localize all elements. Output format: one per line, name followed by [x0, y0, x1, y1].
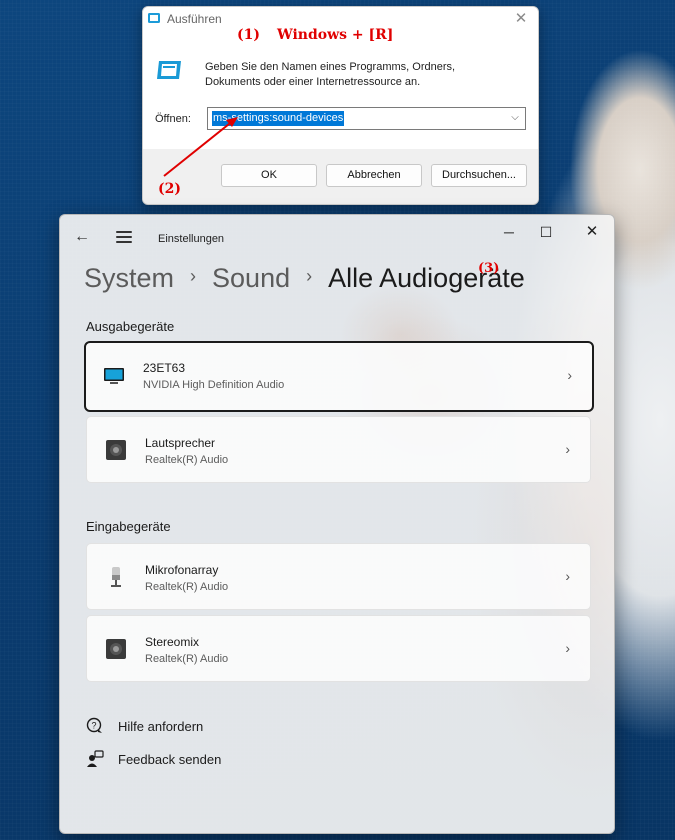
close-icon[interactable]: ✕ — [512, 10, 530, 28]
svg-text:?: ? — [91, 721, 96, 731]
monitor-icon — [104, 368, 124, 384]
maximize-icon[interactable]: ☐ — [535, 221, 557, 243]
device-card-output-1[interactable]: 23ET63 NVIDIA High Definition Audio › — [84, 341, 594, 412]
browse-button[interactable]: Durchsuchen... — [431, 164, 527, 187]
chevron-right-icon: › — [565, 441, 570, 457]
device-name: Lautsprecher — [145, 436, 216, 450]
input-section-header: Eingabegeräte — [86, 519, 171, 534]
breadcrumb: System › Sound › Alle Audiogeräte — [84, 263, 525, 294]
device-card-output-2[interactable]: Lautsprecher Realtek(R) Audio › — [86, 416, 591, 483]
settings-window: ← Einstellungen ─ ☐ ✕ System › Sound › A… — [59, 214, 615, 834]
annotation-step3: (3) — [478, 261, 500, 276]
run-icon — [157, 61, 181, 79]
annotation-step1: (1) — [237, 27, 260, 43]
feedback-icon — [87, 750, 104, 767]
device-driver: NVIDIA High Definition Audio — [143, 379, 285, 391]
feedback-link-label: Feedback senden — [118, 751, 222, 767]
breadcrumb-system[interactable]: System — [84, 263, 174, 294]
chevron-right-icon: › — [306, 266, 313, 286]
back-arrow-icon[interactable]: ← — [74, 229, 90, 245]
run-description: Geben Sie den Namen eines Programms, Ord… — [205, 61, 456, 88]
chevron-right-icon: › — [567, 367, 572, 383]
breadcrumb-sound[interactable]: Sound — [212, 263, 290, 294]
speaker-icon — [106, 639, 126, 659]
speaker-icon — [106, 440, 126, 460]
microphone-icon — [111, 567, 121, 587]
device-name: Stereomix — [145, 635, 200, 649]
device-driver: Realtek(R) Audio — [145, 653, 229, 665]
annotation-arrow — [163, 117, 238, 177]
device-driver: Realtek(R) Audio — [145, 581, 229, 593]
close-icon[interactable]: ✕ — [581, 221, 603, 243]
run-app-icon — [148, 13, 160, 23]
minimize-icon[interactable]: ─ — [498, 221, 520, 243]
cancel-button[interactable]: Abbrechen — [326, 164, 422, 187]
device-driver: Realtek(R) Audio — [145, 454, 229, 466]
help-link[interactable]: ? Hilfe anfordern — [86, 717, 203, 735]
annotation-shortcut: Windows + [R] — [277, 27, 394, 43]
chevron-right-icon: › — [565, 640, 570, 656]
app-title: Einstellungen — [158, 233, 225, 245]
hamburger-menu-icon[interactable] — [116, 231, 132, 243]
device-name: Mikrofonarray — [145, 563, 219, 577]
device-card-input-1[interactable]: Mikrofonarray Realtek(R) Audio › — [86, 543, 591, 610]
help-icon: ? — [86, 717, 102, 733]
device-name: 23ET63 — [143, 361, 186, 375]
help-link-label: Hilfe anfordern — [118, 718, 204, 734]
device-card-input-2[interactable]: Stereomix Realtek(R) Audio › — [86, 615, 591, 682]
chevron-right-icon: › — [565, 568, 570, 584]
open-input[interactable]: ms-settings:sound-devices ⌵ — [207, 107, 526, 130]
feedback-link[interactable]: Feedback senden — [86, 750, 221, 768]
chevron-right-icon: › — [190, 266, 197, 286]
run-title: Ausführen — [167, 12, 222, 26]
output-section-header: Ausgabegeräte — [86, 319, 175, 334]
chevron-down-icon[interactable]: ⌵ — [509, 112, 521, 124]
